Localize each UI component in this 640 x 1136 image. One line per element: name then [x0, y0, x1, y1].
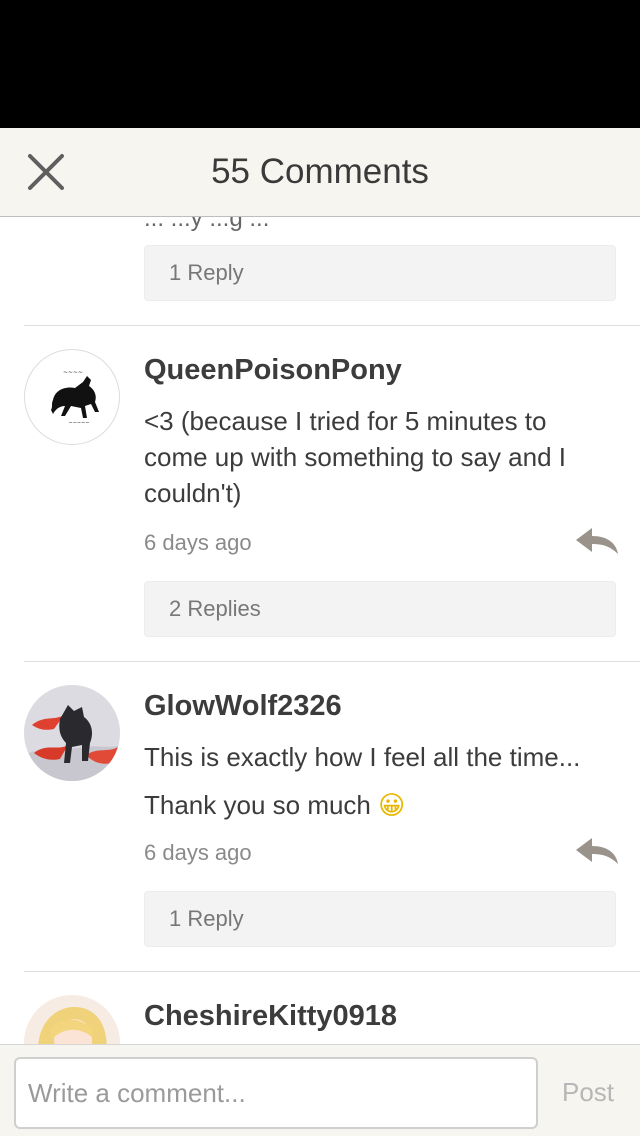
avatar[interactable]: [24, 685, 120, 781]
post-button[interactable]: Post: [562, 1077, 614, 1108]
replies-button[interactable]: 1 Reply: [144, 891, 616, 947]
comment-text-line2: Thank you so much 😀: [144, 787, 594, 824]
reply-button[interactable]: [574, 526, 620, 558]
reply-button[interactable]: [574, 836, 620, 868]
grinning-emoji-icon: 😀: [378, 791, 406, 821]
comment-composer: Post: [0, 1044, 640, 1136]
page-title: 55 Comments: [211, 152, 429, 191]
replies-button[interactable]: 2 Replies: [144, 581, 616, 637]
wolf-avatar: [24, 685, 120, 781]
avatar[interactable]: [24, 995, 120, 1044]
reply-arrow-icon: [576, 528, 618, 554]
svg-text:~~~~~: ~~~~~: [69, 420, 90, 426]
comment-input[interactable]: [14, 1057, 538, 1129]
comment-text: This is exactly how I feel all the time.…: [144, 742, 581, 772]
svg-text:~~~~: ~~~~: [63, 369, 83, 376]
status-bar: [0, 0, 640, 128]
divider: [24, 325, 640, 326]
divider: [24, 971, 640, 972]
comment-timestamp: 6 days ago: [144, 840, 252, 865]
divider: [24, 661, 640, 662]
partial-comment-text: ... ...y ...g ...: [144, 217, 270, 232]
comment-username[interactable]: QueenPoisonPony: [144, 354, 402, 387]
avatar[interactable]: ~~~~ ~~~~~: [24, 349, 120, 445]
comment-username[interactable]: CheshireKitty0918: [144, 1000, 397, 1033]
anime-girl-avatar: [24, 995, 120, 1044]
comment-timestamp: 6 days ago: [144, 530, 252, 555]
comment-text: <3 (because I tried for 5 minutes to com…: [144, 406, 567, 508]
comment-username[interactable]: GlowWolf2326: [144, 690, 342, 723]
reply-arrow-icon: [576, 838, 618, 864]
comments-list[interactable]: ... ...y ...g ... 1 Reply ~~~~ ~~~~~ Que…: [0, 217, 640, 1044]
replies-button[interactable]: 1 Reply: [144, 245, 616, 301]
comment-text: Thank you so much: [144, 790, 371, 820]
comments-header: 55 Comments: [0, 128, 640, 217]
black-horse-avatar: ~~~~ ~~~~~: [51, 369, 99, 426]
